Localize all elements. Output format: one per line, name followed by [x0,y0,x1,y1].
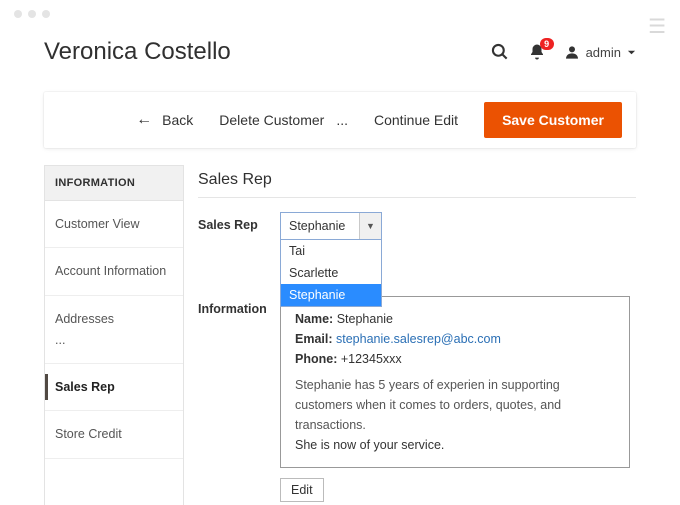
edit-button[interactable]: Edit [280,478,324,502]
dropdown-option-stephanie[interactable]: Stephanie [281,284,381,306]
window-controls [14,10,50,18]
sidebar-item-sales-rep[interactable]: Sales Rep [45,364,183,411]
sidebar-item-addresses-more[interactable]: ... [45,332,183,364]
info-phone: +12345xxx [341,352,402,366]
info-bio-line2: She is now of your service. [295,435,615,455]
arrow-left-icon: ← [136,111,152,129]
select-value: Stephanie [281,219,359,233]
info-email[interactable]: stephanie.salesrep@abc.com [336,332,501,346]
notification-badge: 9 [540,38,554,50]
sidebar-item-account-information[interactable]: Account Information [45,248,183,295]
search-icon[interactable] [490,42,510,62]
main-panel: Sales Rep Sales Rep Stephanie ▼ Tai Scar… [198,165,636,505]
sales-rep-info-box: Name: Stephanie Email: stephanie.salesre… [280,296,630,468]
section-title: Sales Rep [198,171,636,189]
sidebar-heading: INFORMATION [45,166,183,201]
delete-customer-button[interactable]: Delete Customer ... [219,112,348,128]
save-customer-button[interactable]: Save Customer [484,102,622,138]
menu-icon[interactable]: ☰ [648,14,666,39]
info-name: Stephanie [337,312,393,326]
sales-rep-dropdown: Tai Scarlette Stephanie [280,239,382,307]
sidebar-item-store-credit[interactable]: Store Credit [45,411,183,458]
information-label: Information [198,296,280,316]
divider [198,197,636,198]
sales-rep-label: Sales Rep [198,212,280,232]
back-button[interactable]: ← Back [136,111,193,129]
user-icon [564,44,580,60]
admin-name: admin [586,45,621,60]
notifications-icon[interactable]: 9 [528,43,546,61]
sidebar-item-customer-view[interactable]: Customer View [45,201,183,248]
continue-edit-button[interactable]: Continue Edit [374,112,458,128]
sidebar: INFORMATION Customer View Account Inform… [44,165,184,505]
chevron-down-icon [627,48,636,57]
page-title: Veronica Costello [44,38,231,66]
info-bio-line1: Stephanie has 5 years of experien in sup… [295,375,615,435]
chevron-down-icon: ▼ [359,213,381,239]
dropdown-option-scarlette[interactable]: Scarlette [281,262,381,284]
sales-rep-select[interactable]: Stephanie ▼ [280,212,382,240]
action-bar: ← Back Delete Customer ... Continue Edit… [44,92,636,148]
dropdown-option-tai[interactable]: Tai [281,240,381,262]
account-menu[interactable]: admin [564,44,636,60]
